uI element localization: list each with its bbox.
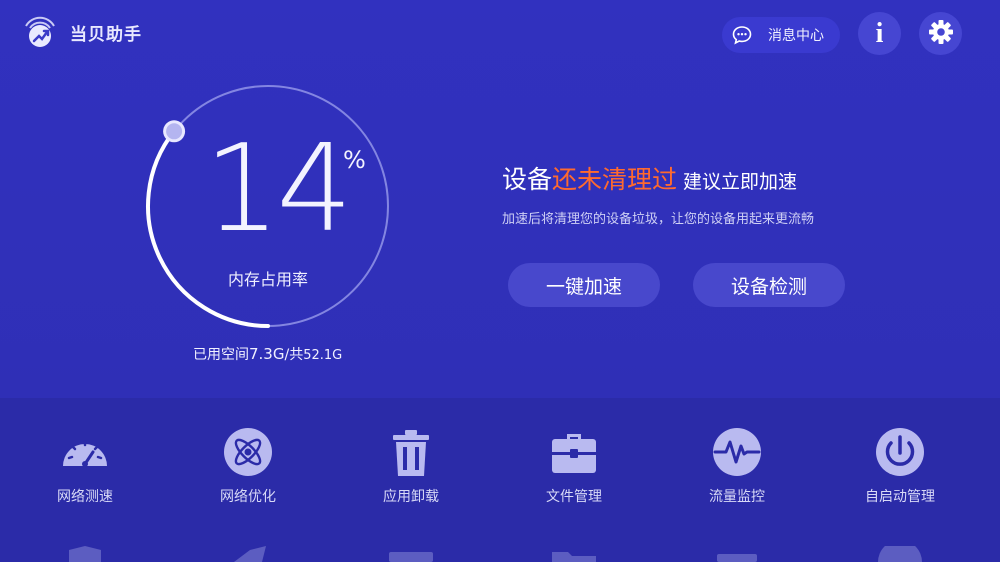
tool-label: 流量监控	[709, 489, 765, 505]
headline-highlight: 还未清理过	[552, 165, 678, 194]
memory-usage-label: 内存占用率	[228, 270, 309, 289]
tool-label: 文件管理	[546, 489, 602, 505]
headline-start: 设备	[502, 165, 553, 194]
target-icon	[874, 546, 926, 562]
memory-percent: 14	[204, 120, 353, 259]
one-click-boost-button[interactable]: 一键加速	[508, 263, 660, 307]
rocket-logo-icon	[20, 12, 60, 52]
message-center-label: 消息中心	[768, 28, 824, 44]
tool-label: 网络测速	[57, 489, 113, 505]
storage-total: 52.1G	[303, 348, 343, 363]
percent-sign: %	[343, 146, 366, 174]
pulse-icon	[711, 426, 763, 478]
gauge-knob-inner	[166, 123, 183, 140]
device-check-button[interactable]: 设备检测	[693, 263, 845, 307]
tool-traffic-monitor[interactable]: 流量监控	[677, 426, 797, 506]
status-subline: 加速后将清理您的设备垃圾，让您的设备用起来更流畅	[502, 212, 815, 227]
chat-bubble-icon	[732, 25, 752, 45]
app-title: 当贝助手	[70, 24, 142, 45]
storage-used: 7.3G	[249, 345, 285, 363]
tool-label: 应用卸载	[383, 489, 439, 505]
settings-button[interactable]	[919, 12, 962, 55]
message-center-button[interactable]: 消息中心	[722, 17, 840, 53]
app-logo: 当贝助手	[20, 12, 142, 52]
storage-prefix: 已用空间	[193, 347, 249, 363]
tool-network-optimize[interactable]: 网络优化	[188, 426, 308, 506]
speedometer-icon	[59, 426, 111, 478]
tool-autostart-manager[interactable]: 自启动管理	[840, 426, 960, 506]
apk-icon	[385, 546, 437, 562]
storage-sep: /共	[284, 347, 304, 363]
tool-file-manager[interactable]: 文件管理	[514, 426, 634, 506]
tool-network-speed-test[interactable]: 网络测速	[25, 426, 145, 506]
shield-icon	[59, 546, 111, 562]
folder-icon	[548, 546, 600, 562]
gear-icon	[928, 19, 954, 49]
toolbox-icon	[548, 426, 600, 478]
trash-icon	[385, 426, 437, 478]
tool-label: 网络优化	[220, 489, 276, 505]
info-icon: i	[875, 17, 884, 49]
info-button[interactable]: i	[858, 12, 901, 55]
tool-app-uninstall[interactable]: 应用卸载	[351, 426, 471, 506]
storage-usage: 已用空间7.3G/共52.1G	[193, 344, 342, 364]
headline-end: 建议立即加速	[683, 171, 798, 193]
rocket-icon	[222, 546, 274, 562]
status-headline: 设备还未清理过 建议立即加速	[502, 160, 797, 196]
tool-label: 自启动管理	[865, 489, 935, 505]
power-icon	[874, 426, 926, 478]
atom-icon	[222, 426, 274, 478]
document-icon	[711, 546, 763, 562]
